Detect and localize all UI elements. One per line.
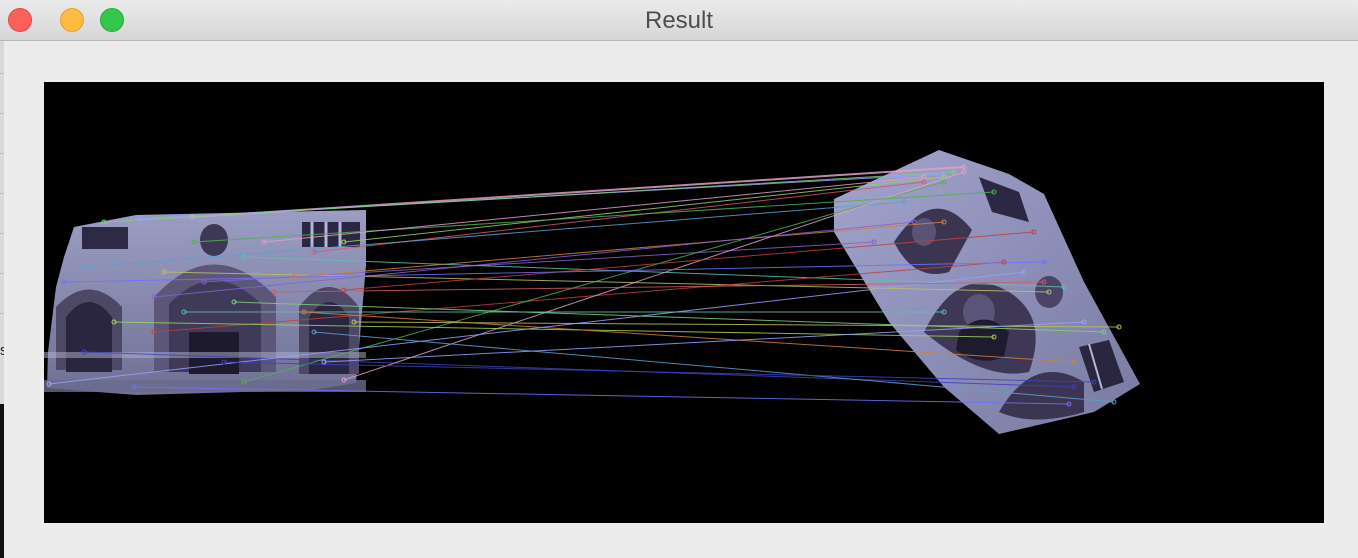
match-line — [133, 386, 1070, 405]
background-window-dark-area — [0, 404, 4, 558]
app-window: Result s — [0, 0, 1358, 558]
match-line — [103, 171, 955, 223]
feature-match-visualization — [44, 150, 1140, 434]
window-title: Result — [644, 7, 714, 34]
title-bar[interactable]: Result — [0, 0, 1358, 41]
result-image — [44, 82, 1324, 523]
background-window-text: s — [0, 342, 4, 359]
left-facade-image — [44, 210, 366, 395]
